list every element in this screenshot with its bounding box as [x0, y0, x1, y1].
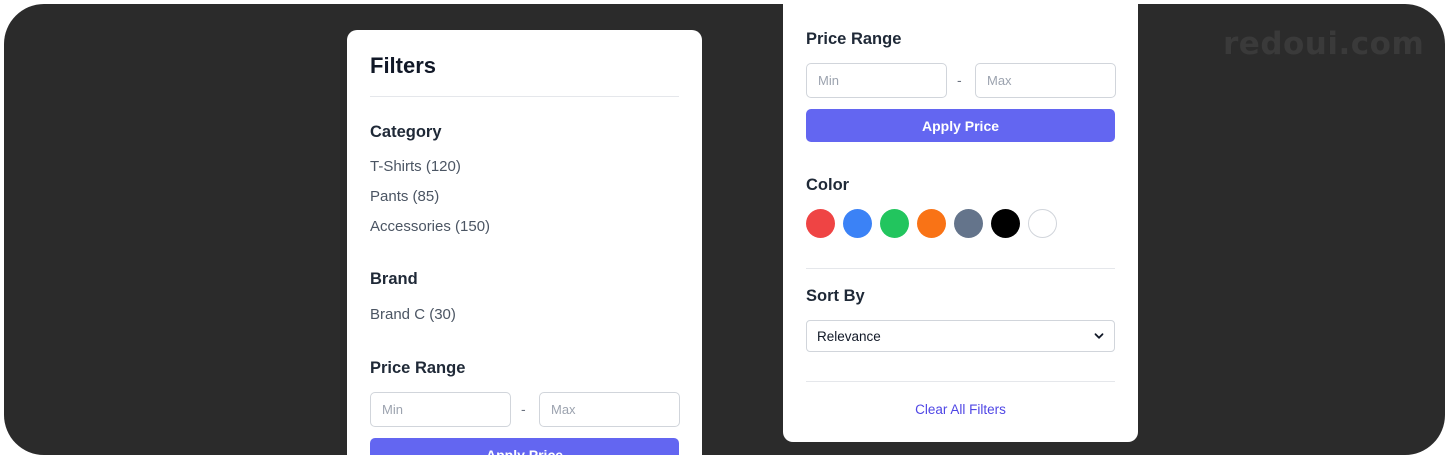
chevron-down-icon	[1094, 333, 1104, 339]
sort-by-select[interactable]: Relevance	[806, 320, 1115, 352]
price-max-input[interactable]	[975, 63, 1116, 98]
category-heading: Category	[370, 123, 442, 141]
price-separator: -	[521, 401, 526, 417]
color-heading: Color	[806, 176, 850, 194]
color-swatches	[806, 209, 1057, 238]
color-swatch-red[interactable]	[806, 209, 835, 238]
color-swatch-black[interactable]	[991, 209, 1020, 238]
price-range-heading: Price Range	[370, 359, 466, 377]
color-swatch-green[interactable]	[880, 209, 909, 238]
price-min-input[interactable]	[370, 392, 511, 427]
color-swatch-white[interactable]	[1028, 209, 1057, 238]
apply-price-button[interactable]: Apply Price	[806, 109, 1115, 142]
apply-price-button[interactable]: Apply Price	[370, 438, 679, 455]
price-min-input[interactable]	[806, 63, 947, 98]
price-range-heading: Price Range	[806, 30, 902, 48]
filters-panel-left: Filters Category T-Shirts (120) Pants (8…	[347, 30, 702, 455]
color-swatch-slate[interactable]	[954, 209, 983, 238]
title-divider	[370, 96, 679, 97]
color-swatch-orange[interactable]	[917, 209, 946, 238]
sort-by-selected-value: Relevance	[817, 328, 881, 344]
sort-divider	[806, 381, 1115, 382]
price-separator: -	[957, 72, 962, 88]
clear-all-filters-link[interactable]: Clear All Filters	[783, 402, 1138, 417]
filters-title: Filters	[370, 53, 437, 78]
category-item-pants[interactable]: Pants (85)	[370, 188, 439, 205]
backdrop: redoui.com Filters Category T-Shirts (12…	[4, 4, 1445, 455]
brand-heading: Brand	[370, 270, 418, 288]
price-max-input[interactable]	[539, 392, 680, 427]
filters-panel-right: Price Range - Apply Price Color Sort By …	[783, 4, 1138, 442]
category-item-accessories[interactable]: Accessories (150)	[370, 218, 490, 235]
category-item-tshirts[interactable]: T-Shirts (120)	[370, 158, 461, 175]
brand-item-brand-c[interactable]: Brand C (30)	[370, 306, 456, 323]
watermark-logo: redoui.com	[1223, 26, 1425, 62]
color-swatch-blue[interactable]	[843, 209, 872, 238]
sort-by-heading: Sort By	[806, 287, 865, 305]
color-divider	[806, 268, 1115, 269]
